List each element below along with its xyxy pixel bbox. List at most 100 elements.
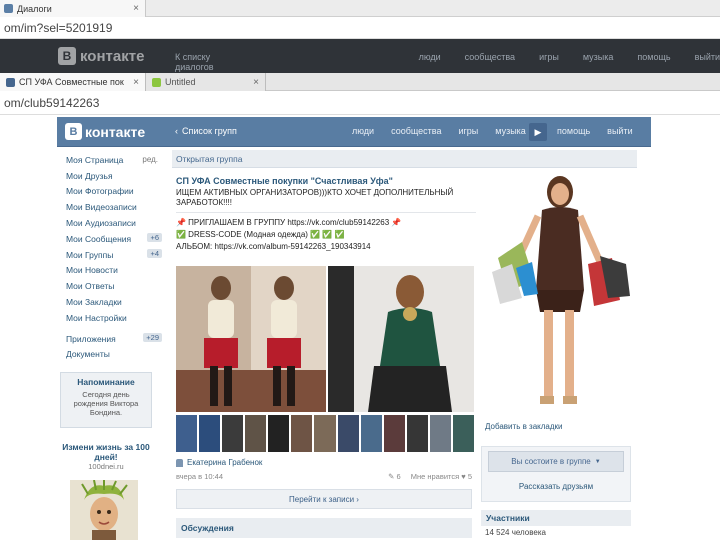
thumbnail[interactable] — [199, 415, 221, 452]
members-count: 14 524 человека — [485, 528, 546, 537]
vk-favicon-icon — [6, 77, 15, 87]
left-menu: Моя Страница ред. Мои Друзья Мои Фотограф… — [60, 152, 166, 362]
menu-apps[interactable]: Приложения +29 — [60, 331, 166, 347]
nav-communities[interactable]: сообщества — [465, 52, 515, 72]
tab-bar: СП УФА Совместные пок × Untitled × — [0, 73, 720, 91]
menu-replies[interactable]: Мои Ответы — [60, 278, 166, 294]
chevron-down-icon: ▼ — [594, 458, 601, 465]
nav-logout[interactable]: выйти — [695, 52, 720, 72]
tab-title: Untitled — [165, 77, 196, 87]
thumbnail[interactable] — [406, 415, 428, 452]
discussions-header[interactable]: Обсуждения — [176, 518, 472, 538]
background-tab[interactable]: Диалоги × — [0, 0, 146, 17]
background-address-bar[interactable]: om/im?sel=5201919 — [0, 17, 720, 39]
menu-videos[interactable]: Мои Видеозаписи — [60, 199, 166, 215]
background-vk-logo: B контакте — [58, 46, 158, 66]
nav-help[interactable]: помощь — [637, 52, 670, 72]
reminder-box: Напоминание Сегодня день рождения Виктор… — [60, 372, 152, 428]
close-icon[interactable]: × — [133, 77, 139, 88]
nav-logout[interactable]: выйти — [607, 126, 632, 136]
chevron-left-icon: ‹ — [175, 126, 178, 136]
menu-friends[interactable]: Мои Друзья — [60, 168, 166, 184]
nav-communities[interactable]: сообщества — [391, 126, 441, 136]
edit-link[interactable]: ред. — [142, 155, 158, 164]
group-avatar[interactable] — [488, 172, 638, 420]
menu-photos[interactable]: Мои Фотографии — [60, 184, 166, 200]
nav-games[interactable]: игры — [539, 52, 559, 72]
ad-image[interactable] — [70, 480, 138, 540]
back-to-groups-link[interactable]: ‹ Список групп — [175, 126, 237, 136]
tab-untitled[interactable]: Untitled × — [146, 73, 266, 91]
members-header[interactable]: Участники — [481, 510, 631, 526]
reminder-title: Напоминание — [77, 377, 135, 387]
menu-my-page[interactable]: Моя Страница ред. — [60, 152, 166, 168]
page-favicon-icon — [152, 77, 161, 87]
menu-messages[interactable]: Мои Сообщения +6 — [60, 231, 166, 247]
like-button[interactable]: Мне нравится ♥ 5 — [411, 472, 472, 481]
album-thumbnails — [176, 415, 475, 452]
back-link[interactable]: К списку диалогов — [175, 52, 251, 72]
post-footer: вчера в 10:44 ✎ 6 Мне нравится ♥ 5 — [176, 472, 472, 481]
go-to-post-button[interactable]: Перейти к записи › — [176, 489, 472, 509]
wall-post: СП УФА Совместные покупки "Счастливая Уф… — [176, 176, 476, 253]
menu-news[interactable]: Мои Новости — [60, 263, 166, 279]
count-badge: +4 — [147, 248, 162, 258]
background-tab-title: Диалоги — [17, 3, 52, 14]
thumbnail[interactable] — [268, 415, 290, 452]
user-icon — [176, 458, 183, 467]
thumbnail[interactable] — [245, 415, 267, 452]
menu-documents[interactable]: Документы — [60, 347, 166, 363]
vk-nav-right: помощь выйти — [557, 126, 633, 136]
reminder-text[interactable]: Сегодня день рождения Виктора Бондина. — [67, 390, 145, 417]
post-photo-2[interactable] — [328, 266, 474, 412]
post-dresscode-line: ✅ DRESS-CODE (Модная одежда) ✅ ✅ ✅ — [176, 230, 345, 239]
membership-button[interactable]: Вы состоите в группе ▼ — [488, 451, 624, 472]
comments-count[interactable]: ✎ 6 — [388, 472, 401, 481]
thumbnail[interactable] — [383, 415, 405, 452]
comment-icon: ✎ — [388, 472, 395, 481]
count-badge: +6 — [147, 232, 162, 242]
thumbnail[interactable] — [176, 415, 198, 452]
thumbnail[interactable] — [314, 415, 336, 452]
thumbnail[interactable] — [291, 415, 313, 452]
vk-favicon-icon — [4, 4, 13, 13]
close-icon[interactable]: × — [253, 77, 259, 88]
nav-music[interactable]: музыка — [583, 52, 614, 72]
tab-group[interactable]: СП УФА Совместные пок × — [0, 73, 146, 91]
post-time[interactable]: вчера в 10:44 — [176, 472, 223, 481]
vk-nav: люди сообщества игры музыка — [352, 126, 543, 136]
thumbnail[interactable] — [360, 415, 382, 452]
tell-friends-link[interactable]: Рассказать друзьям — [488, 482, 624, 491]
post-title[interactable]: СП УФА Совместные покупки "Счастливая Уф… — [176, 176, 476, 186]
ad-title[interactable]: Измени жизнь за 100 дней! — [60, 442, 152, 462]
vk-logo[interactable]: B контакте — [65, 123, 145, 140]
post-author[interactable]: Екатерина Грабенок — [176, 458, 262, 467]
menu-groups[interactable]: Мои Группы +4 — [60, 247, 166, 263]
tab-title: СП УФА Совместные пок — [19, 77, 124, 87]
ad-block[interactable]: Измени жизнь за 100 дней! 100dnei.ru — [60, 442, 152, 471]
chevron-right-icon: › — [356, 494, 359, 504]
music-play-button[interactable]: ▶ — [529, 123, 547, 141]
add-to-bookmarks-link[interactable]: Добавить в закладки — [485, 422, 563, 431]
menu-settings[interactable]: Мои Настройки — [60, 310, 166, 326]
menu-audio[interactable]: Мои Аудиозаписи — [60, 215, 166, 231]
thumbnail[interactable] — [222, 415, 244, 452]
nav-people[interactable]: люди — [419, 52, 441, 72]
heart-icon: ♥ — [461, 472, 466, 481]
post-album-line[interactable]: АЛЬБОМ: https://vk.com/album-59142263_19… — [176, 241, 476, 253]
nav-games[interactable]: игры — [458, 126, 478, 136]
post-photo-1[interactable] — [176, 266, 326, 412]
thumbnail[interactable] — [429, 415, 451, 452]
count-badge: +29 — [143, 332, 162, 342]
group-type-header: Открытая группа — [172, 150, 637, 168]
nav-people[interactable]: люди — [352, 126, 374, 136]
post-invite-line[interactable]: 📌 ПРИГЛАШАЕМ В ГРУППУ https://vk.com/clu… — [176, 217, 476, 229]
close-icon[interactable]: × — [133, 3, 139, 14]
vk-header: B контакте ‹ Список групп люди сообществ… — [57, 117, 651, 147]
address-bar[interactable]: om/club59142263 — [0, 91, 720, 115]
nav-music[interactable]: музыка — [495, 126, 526, 136]
thumbnail[interactable] — [337, 415, 359, 452]
thumbnail[interactable] — [452, 415, 475, 452]
nav-help[interactable]: помощь — [557, 126, 590, 136]
menu-bookmarks[interactable]: Мои Закладки — [60, 294, 166, 310]
